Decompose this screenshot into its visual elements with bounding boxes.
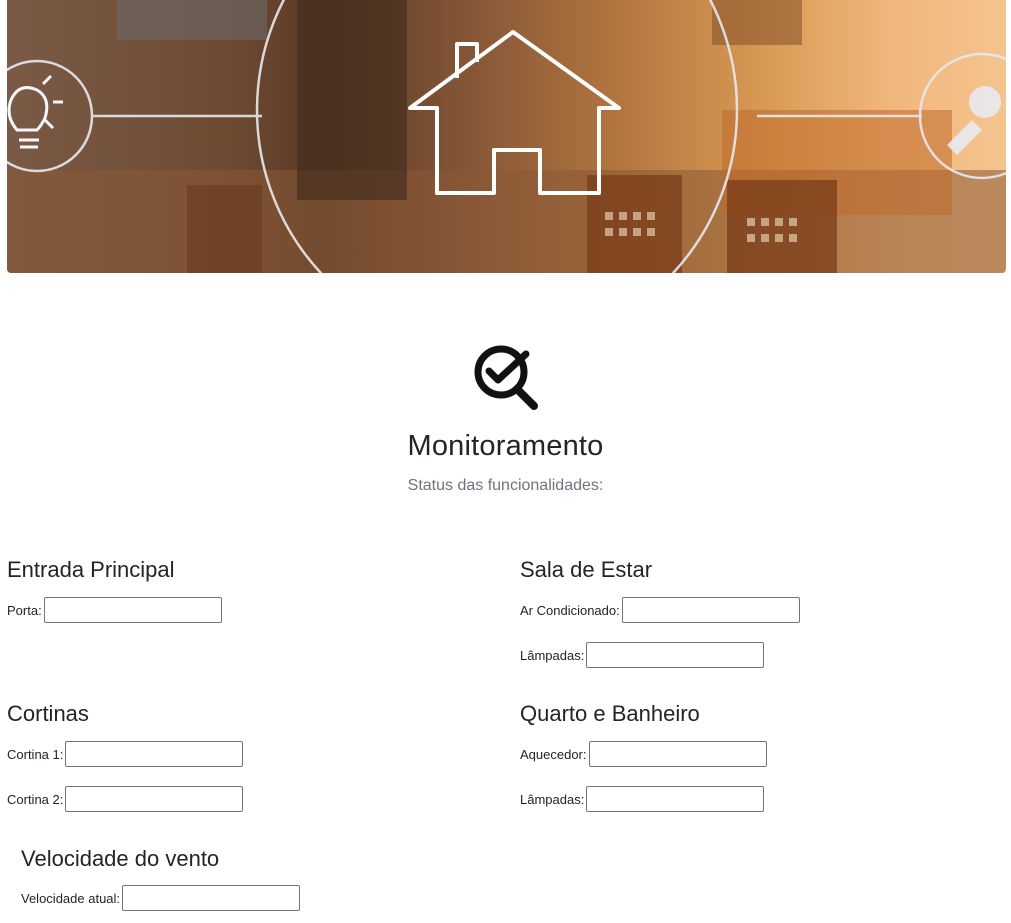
field-label: Lâmpadas: xyxy=(520,647,585,663)
lampadas-sala-input[interactable] xyxy=(586,642,765,668)
hero-banner xyxy=(7,0,1006,273)
field-label: Porta: xyxy=(7,602,42,618)
field-velocidade-atual: Velocidade atual: xyxy=(21,884,301,912)
cortina-1-input[interactable] xyxy=(65,741,244,767)
velocidade-atual-input[interactable] xyxy=(122,885,301,911)
magnifier-check-icon xyxy=(470,342,542,414)
field-label: Cortina 2: xyxy=(7,791,64,807)
section-velocidade-do-vento: Velocidade do vento Velocidade atual: xyxy=(21,845,501,920)
field-cortina-1: Cortina 1: xyxy=(7,740,244,768)
lampadas-quarto-input[interactable] xyxy=(586,786,765,812)
field-porta: Porta: xyxy=(7,596,222,624)
smart-home-illustration xyxy=(7,0,1006,273)
section-entrada-principal: Entrada Principal Porta: xyxy=(7,556,487,636)
cortina-2-input[interactable] xyxy=(65,786,244,812)
section-cortinas: Cortinas Cortina 1: Cortina 2: xyxy=(7,700,487,820)
field-ar-condicionado: Ar Condicionado: xyxy=(520,596,800,624)
field-lampadas-quarto: Lâmpadas: xyxy=(520,785,765,813)
section-title: Quarto e Banheiro xyxy=(520,701,700,726)
field-aquecedor: Aquecedor: xyxy=(520,740,767,768)
section-title: Entrada Principal xyxy=(7,557,175,582)
field-label: Aquecedor: xyxy=(520,746,587,762)
field-label: Velocidade atual: xyxy=(21,890,121,906)
field-label: Lâmpadas: xyxy=(520,791,585,807)
field-cortina-2: Cortina 2: xyxy=(7,785,244,813)
section-title: Cortinas xyxy=(7,701,89,726)
field-lampadas-sala: Lâmpadas: xyxy=(520,641,765,669)
page-subtitle: Status das funcionalidades: xyxy=(407,477,604,494)
porta-input[interactable] xyxy=(43,597,222,623)
section-sala-de-estar: Sala de Estar Ar Condicionado: Lâmpadas: xyxy=(520,556,1000,676)
ar-condicionado-input[interactable] xyxy=(621,597,800,623)
section-quarto-e-banheiro: Quarto e Banheiro Aquecedor: Lâmpadas: xyxy=(520,700,1000,820)
aquecedor-input[interactable] xyxy=(588,741,767,767)
page-title: Monitoramento xyxy=(407,430,604,462)
field-label: Cortina 1: xyxy=(7,746,64,762)
section-title: Sala de Estar xyxy=(520,557,653,582)
section-title: Velocidade do vento xyxy=(21,846,220,871)
field-label: Ar Condicionado: xyxy=(520,602,620,618)
